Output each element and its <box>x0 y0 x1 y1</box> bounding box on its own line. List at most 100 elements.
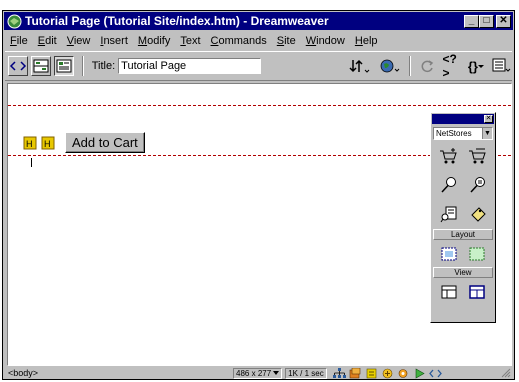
menu-bar: File Edit View Insert Modify Text Comman… <box>5 32 383 49</box>
form-contents: H H Add to Cart <box>23 132 145 153</box>
window-size-value: 486 x 277 <box>236 368 272 378</box>
minimize-button[interactable]: _ <box>464 14 479 28</box>
split-view-icon <box>33 59 49 73</box>
cart-add-icon <box>439 148 457 164</box>
close-icon: ✕ <box>499 15 508 26</box>
catalog-icon <box>470 207 486 222</box>
palette-category-select[interactable]: NetStores ▼ <box>433 127 493 140</box>
netstores-objects <box>434 144 492 226</box>
standard-view-icon <box>441 285 457 299</box>
add-to-cart-object[interactable] <box>434 144 463 168</box>
menu-file[interactable]: File <box>5 35 33 47</box>
draw-layout-cell-button[interactable] <box>438 244 460 264</box>
maximize-icon: □ <box>483 15 490 26</box>
menu-window[interactable]: Window <box>301 35 350 47</box>
braces-button[interactable]: {} <box>468 59 484 74</box>
search-results-icon <box>469 177 485 193</box>
code-view-button[interactable] <box>8 56 28 76</box>
dreamweaver-app-icon[interactable] <box>7 14 22 29</box>
layout-view-button[interactable] <box>466 282 488 302</box>
palette-category-label: NetStores <box>436 129 472 138</box>
file-transfer-button[interactable] <box>349 58 371 74</box>
status-bar: <body> 486 x 277 1K / 1 sec <box>5 367 512 379</box>
document-toolbar: Title: Tutorial Page <?> {} <box>5 51 512 81</box>
view-cart-object[interactable] <box>463 144 492 168</box>
cart-view-icon <box>468 148 486 164</box>
assets-launcher[interactable] <box>349 367 362 379</box>
code-view-icon <box>9 61 27 71</box>
menu-site[interactable]: Site <box>272 35 301 47</box>
mini-launcher <box>332 367 442 379</box>
layout-buttons <box>431 244 495 264</box>
layout-table-icon <box>469 247 485 261</box>
page-title-input[interactable]: Tutorial Page <box>118 58 261 74</box>
view-buttons <box>431 282 495 302</box>
menu-edit[interactable]: Edit <box>33 35 62 47</box>
hidden-field-icon-2[interactable]: H <box>41 136 55 150</box>
search-object[interactable] <box>434 173 463 197</box>
layout-section-label: Layout <box>433 229 493 240</box>
window-size-field[interactable]: 486 x 277 <box>233 367 283 379</box>
menu-modify[interactable]: Modify <box>133 35 175 47</box>
menu-help[interactable]: Help <box>350 35 383 47</box>
play-icon <box>415 367 425 379</box>
history-launcher[interactable] <box>397 368 410 379</box>
menu-text[interactable]: Text <box>175 35 205 47</box>
palette-close-button[interactable]: ✕ <box>484 115 493 123</box>
product-page-object[interactable] <box>434 202 463 226</box>
code-inspector-launcher[interactable] <box>428 368 442 379</box>
tag-selector[interactable]: <body> <box>8 368 38 378</box>
design-view-icon <box>56 59 72 73</box>
behaviors-launcher[interactable] <box>381 368 394 379</box>
site-launcher[interactable] <box>332 367 346 379</box>
minimize-icon: _ <box>468 15 475 26</box>
timelines-launcher[interactable] <box>413 367 426 379</box>
menu-commands[interactable]: Commands <box>206 35 272 47</box>
assets-icon <box>349 367 361 378</box>
code-navigation-icon: <?> <box>442 52 457 80</box>
history-icon <box>398 368 408 378</box>
resize-grip-icon[interactable] <box>501 368 511 378</box>
braces-icon: {} <box>467 58 478 74</box>
netstores-palette: ✕ NetStores ▼ Layout View <box>430 112 496 323</box>
hidden-field-icon[interactable]: H <box>23 136 37 150</box>
chevron-down-icon: ▼ <box>482 128 492 139</box>
layout-cell-icon <box>441 247 457 261</box>
title-bar[interactable]: Tutorial Page (Tutorial Site/index.htm) … <box>4 12 513 30</box>
search-results-object[interactable] <box>463 173 492 197</box>
chevron-down-icon <box>273 371 280 375</box>
design-view-button[interactable] <box>53 56 74 76</box>
download-time-value: 1K / 1 sec <box>288 368 324 378</box>
view-options-icon <box>492 58 511 72</box>
view-options-button[interactable] <box>492 58 512 74</box>
code-inspector-icon <box>428 369 442 377</box>
close-button[interactable]: ✕ <box>496 14 511 28</box>
split-view-button[interactable] <box>31 56 51 76</box>
preview-browser-button[interactable] <box>379 58 401 74</box>
behaviors-icon <box>382 368 393 378</box>
draw-layout-table-button[interactable] <box>466 244 488 264</box>
add-to-cart-button[interactable]: Add to Cart <box>65 132 145 153</box>
download-time-field: 1K / 1 sec <box>285 367 327 379</box>
catalog-object[interactable] <box>463 202 492 226</box>
standard-view-button[interactable] <box>438 282 460 302</box>
maximize-button[interactable]: □ <box>479 14 494 28</box>
menu-view[interactable]: View <box>62 35 96 47</box>
form-outline-top <box>8 105 511 106</box>
layout-view-icon <box>469 285 485 299</box>
svg-text:H: H <box>26 139 33 149</box>
toolbar-separator <box>81 56 84 76</box>
text-cursor <box>31 158 32 167</box>
palette-title-bar[interactable]: ✕ <box>432 114 494 124</box>
window-title: Tutorial Page (Tutorial Site/index.htm) … <box>25 14 329 28</box>
refresh-icon <box>421 60 433 73</box>
refresh-button[interactable] <box>419 58 435 74</box>
menu-insert[interactable]: Insert <box>95 35 133 47</box>
search-icon <box>440 177 456 193</box>
html-styles-launcher[interactable] <box>365 368 378 379</box>
svg-text:H: H <box>44 139 51 149</box>
product-page-icon <box>440 206 456 223</box>
file-transfer-icon <box>349 59 369 73</box>
code-navigation-button[interactable]: <?> <box>443 52 460 80</box>
styles-icon <box>366 368 377 378</box>
